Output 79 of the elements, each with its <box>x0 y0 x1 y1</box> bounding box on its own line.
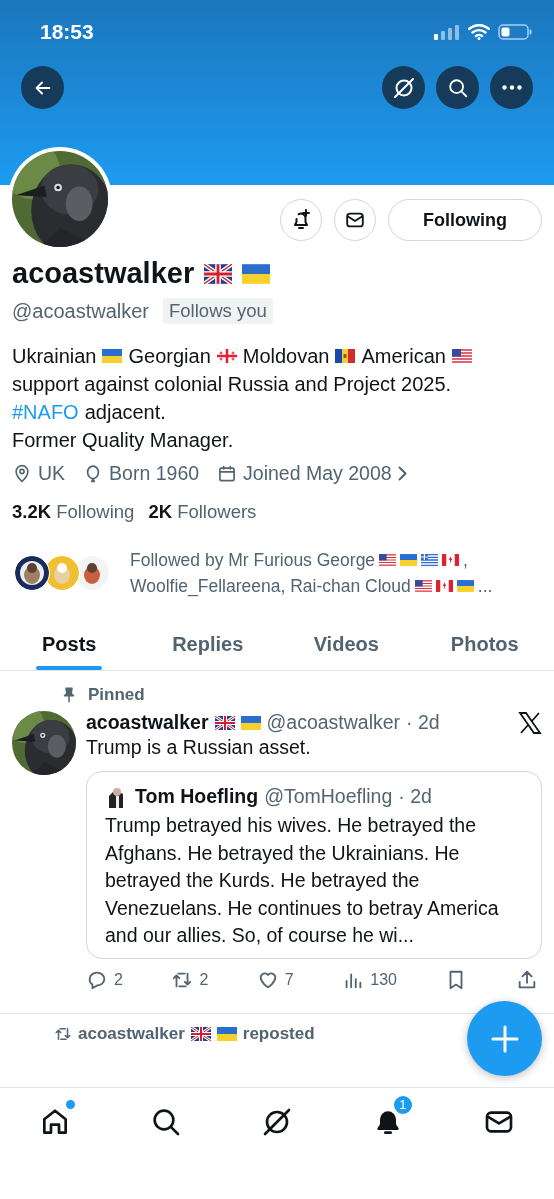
wifi-icon <box>468 24 490 40</box>
followed-by-text: , <box>463 549 468 572</box>
flag-icon <box>456 580 474 592</box>
follows-you-label: Follows you <box>163 298 273 324</box>
more-icon <box>501 85 522 90</box>
post-action-button[interactable]: 130 <box>342 968 397 991</box>
bio-text: Moldovan <box>242 344 330 369</box>
share-icon <box>516 968 538 991</box>
x-logo-icon <box>518 711 542 734</box>
repost-label: reposted <box>242 1023 315 1044</box>
flag-icon <box>335 349 356 363</box>
more-button[interactable] <box>490 66 533 109</box>
bio-text: adjacent. <box>84 400 166 425</box>
quote-handle: @TomHoefling <box>264 784 393 808</box>
flag-icon <box>216 1026 237 1041</box>
flag-icon <box>421 554 439 566</box>
flag-icon <box>102 349 123 363</box>
bio-text: Georgian <box>128 344 211 369</box>
quoted-post[interactable] <box>86 771 542 959</box>
notification-badge: 1 <box>391 1094 414 1116</box>
grok-button[interactable] <box>382 66 425 109</box>
profile-tab[interactable]: Posts <box>0 621 139 670</box>
message-button[interactable] <box>334 199 376 241</box>
back-button[interactable] <box>21 66 64 109</box>
flag-icon <box>216 349 237 363</box>
follow-stat-link[interactable]: 3.2K Following <box>12 501 135 523</box>
signal-icon <box>434 24 460 40</box>
battery-icon <box>498 24 532 40</box>
user-handle: @acoastwalker <box>12 299 150 323</box>
quote-time: · 2d <box>398 784 432 808</box>
profile-meta: Joined May 2008 <box>243 462 392 485</box>
followed-by-text: Followed by Mr Furious George <box>130 549 376 572</box>
profile-tab[interactable]: Photos <box>415 621 554 670</box>
flag-icon <box>435 580 453 592</box>
profile-tab[interactable]: Videos <box>277 621 416 670</box>
flag-icon <box>451 349 472 363</box>
flag-icon <box>240 715 261 730</box>
profile-meta: UK <box>38 462 66 485</box>
post-time: · 2d <box>406 711 440 734</box>
bio-text: Ukrainian <box>12 344 97 369</box>
flag-icon <box>414 580 432 592</box>
bio-text: Former Quality Manager. <box>12 428 234 453</box>
flag-icon <box>442 554 460 566</box>
status-time: 18:53 <box>40 20 94 44</box>
pinned-label: Pinned <box>88 685 145 705</box>
post-handle: @acoastwalker <box>266 711 401 734</box>
notify-button[interactable] <box>280 199 322 241</box>
post-author: acoastwalker <box>86 711 209 734</box>
flag-icon <box>379 554 397 566</box>
search-button[interactable] <box>436 66 479 109</box>
post-action-button[interactable]: 7 <box>256 968 294 991</box>
post-action-button[interactable] <box>516 968 538 991</box>
post-action-button[interactable]: 2 <box>86 968 123 991</box>
slashed-circle-icon <box>261 1106 293 1138</box>
repost-user: acoastwalker <box>78 1023 185 1044</box>
followed-by-text: Woolfie_Fellareena, Rai-chan Cloud <box>130 575 411 599</box>
search-icon <box>446 76 469 99</box>
flag-icon <box>204 263 233 284</box>
display-name: acoastwalker <box>12 257 195 290</box>
followed-by-text: ... <box>477 575 493 598</box>
location-pin-icon <box>12 463 32 484</box>
profile-tab[interactable]: Replies <box>138 621 277 670</box>
quote-author: Tom Hoefling <box>135 784 259 808</box>
flag-icon <box>190 1026 211 1041</box>
calendar-icon <box>217 463 238 484</box>
post-text: Trump is a Russian asset. <box>86 736 312 759</box>
bio-text: support against colonial Russia and Project 2025. <box>12 372 452 397</box>
compose-button[interactable] <box>467 1001 542 1076</box>
slashed-circle-icon <box>391 75 416 100</box>
post-action-button[interactable]: 2 <box>171 968 209 991</box>
following-button[interactable]: Following <box>388 199 542 241</box>
follow-stat-link[interactable]: 2K Followers <box>148 501 257 523</box>
profile-meta: Born 1960 <box>109 462 200 485</box>
bio-text: American <box>361 344 446 369</box>
flag-icon <box>214 715 235 730</box>
quote-text: Trump betrayed his wives. He betrayed the Afghans. He betrayed the Ukrainians. He betrayed the Kurds. He betrayed the Venezuelans. He continues to betray America and our allies. So, of course he wi... <box>105 813 500 948</box>
flag-icon <box>242 263 271 284</box>
flag-icon <box>400 554 418 566</box>
chevron-icon <box>397 466 407 481</box>
